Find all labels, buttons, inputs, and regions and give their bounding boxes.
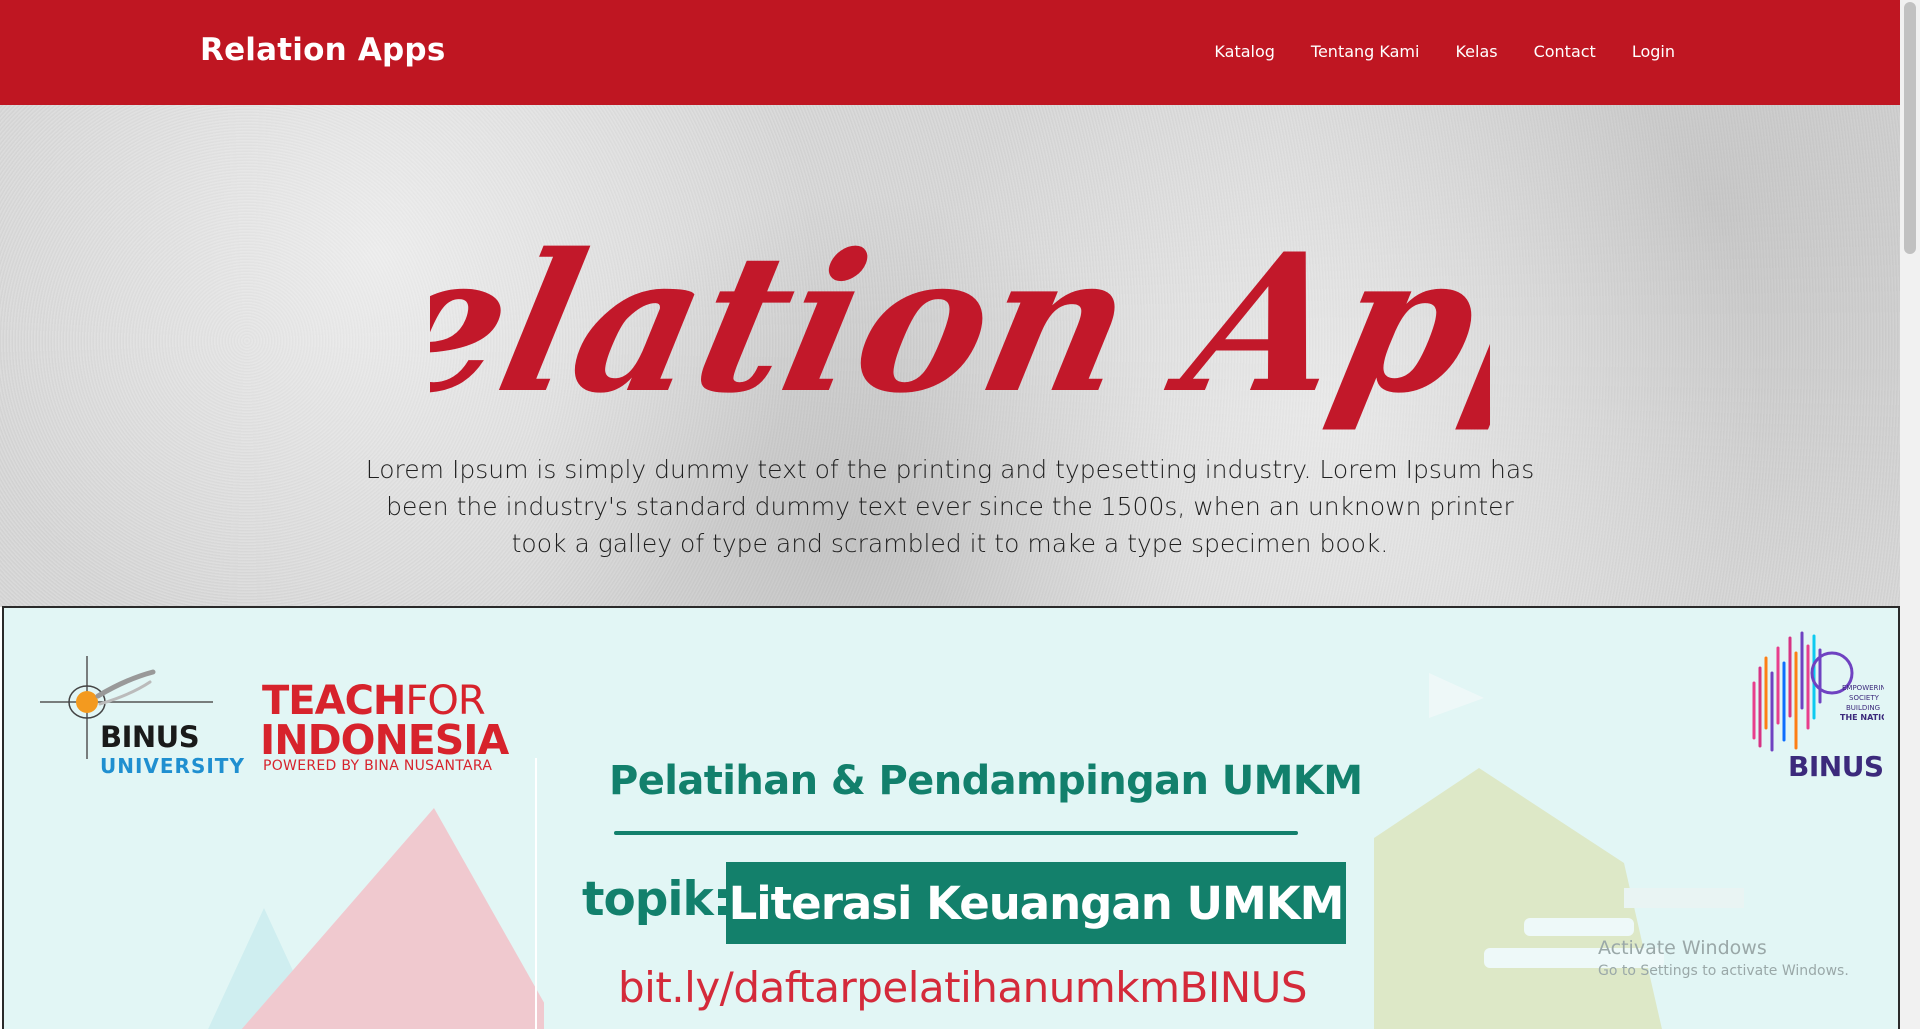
hero-section: Relation Apps Lorem Ipsum is simply dumm…: [0, 105, 1900, 607]
banner-divider: [535, 758, 537, 1029]
binus40-tagline-4: THE NATION: [1840, 713, 1884, 722]
hero-description: Lorem Ipsum is simply dummy text of the …: [365, 455, 1535, 558]
nav-links: Katalog Tentang Kami Kelas Contact Login: [1214, 42, 1675, 61]
binus40-logo-word: BINUS: [1788, 750, 1884, 783]
binus-logo-sub: UNIVERSITY: [100, 754, 245, 778]
nav-link-login[interactable]: Login: [1632, 42, 1675, 61]
nav-link-kelas[interactable]: Kelas: [1455, 42, 1497, 61]
windows-activation-watermark: Activate Windows Go to Settings to activ…: [1598, 937, 1849, 979]
binus40-tagline-2: SOCIETY: [1849, 694, 1880, 702]
navbar: Relation Apps Katalog Tentang Kami Kelas…: [0, 0, 1900, 105]
banner-title-underline: [614, 831, 1298, 835]
tfi-logo-powered: POWERED BY BINA NUSANTARA: [263, 758, 493, 774]
nav-link-contact[interactable]: Contact: [1534, 42, 1596, 61]
registration-link[interactable]: bit.ly/daftarpelatihanumkmBINUS: [618, 963, 1308, 1012]
tfi-logo-line2: INDONESIA: [260, 716, 509, 764]
scrollbar-thumb[interactable]: [1904, 2, 1916, 254]
background-flag-shape: [1429, 673, 1484, 718]
page-scrollbar[interactable]: [1900, 0, 1920, 1029]
binus-40-years-logo: EMPOWERING SOCIETY BUILDING THE NATION: [1752, 631, 1884, 752]
watermark-title: Activate Windows: [1598, 937, 1767, 959]
topic-value: Literasi Keuangan UMKM: [728, 876, 1345, 930]
hero-script-logo: Relation Apps: [430, 213, 1490, 436]
hero-logo-text: Relation Apps: [430, 213, 1490, 436]
background-tent-shapes: [208, 808, 544, 1029]
banner-title: Pelatihan & Pendampingan UMKM: [609, 758, 1363, 804]
binus-logo-word: BINUS: [100, 720, 200, 754]
binus40-tagline-3: BUILDING: [1846, 704, 1880, 712]
brand-logo-link[interactable]: Relation Apps: [200, 32, 445, 68]
topic-highlight-box: Literasi Keuangan UMKM: [726, 862, 1346, 944]
nav-link-tentang-kami[interactable]: Tentang Kami: [1311, 42, 1420, 61]
topic-label: topik:: [582, 872, 732, 927]
nav-link-katalog[interactable]: Katalog: [1214, 42, 1274, 61]
binus40-tagline-1: EMPOWERING: [1842, 684, 1884, 692]
watermark-subtitle: Go to Settings to activate Windows.: [1598, 963, 1849, 979]
